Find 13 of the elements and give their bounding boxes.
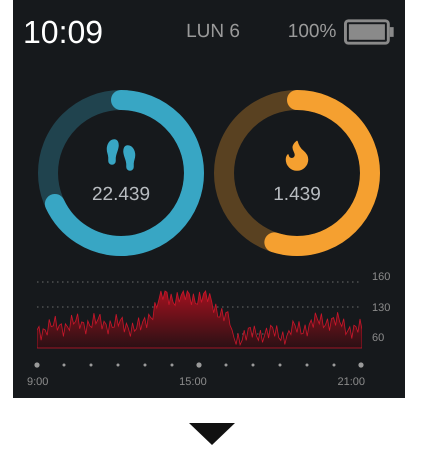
time-label: 21:00 (337, 375, 365, 390)
date-label: LUN 6 (186, 20, 241, 44)
down-triangle-icon (189, 423, 235, 445)
ring-value: 22.439 (92, 182, 150, 207)
battery-icon (344, 19, 395, 45)
ring-value: 1.439 (273, 182, 321, 207)
axis-label: 130 (372, 302, 390, 314)
axis-label: 60 (372, 333, 386, 344)
time-label: 15:00 (179, 375, 207, 390)
clock-time: 10:09 (23, 13, 104, 52)
axis-label: 160 (372, 272, 390, 283)
time-label: 9:00 (27, 375, 48, 390)
battery-percent: 100% (288, 20, 336, 44)
